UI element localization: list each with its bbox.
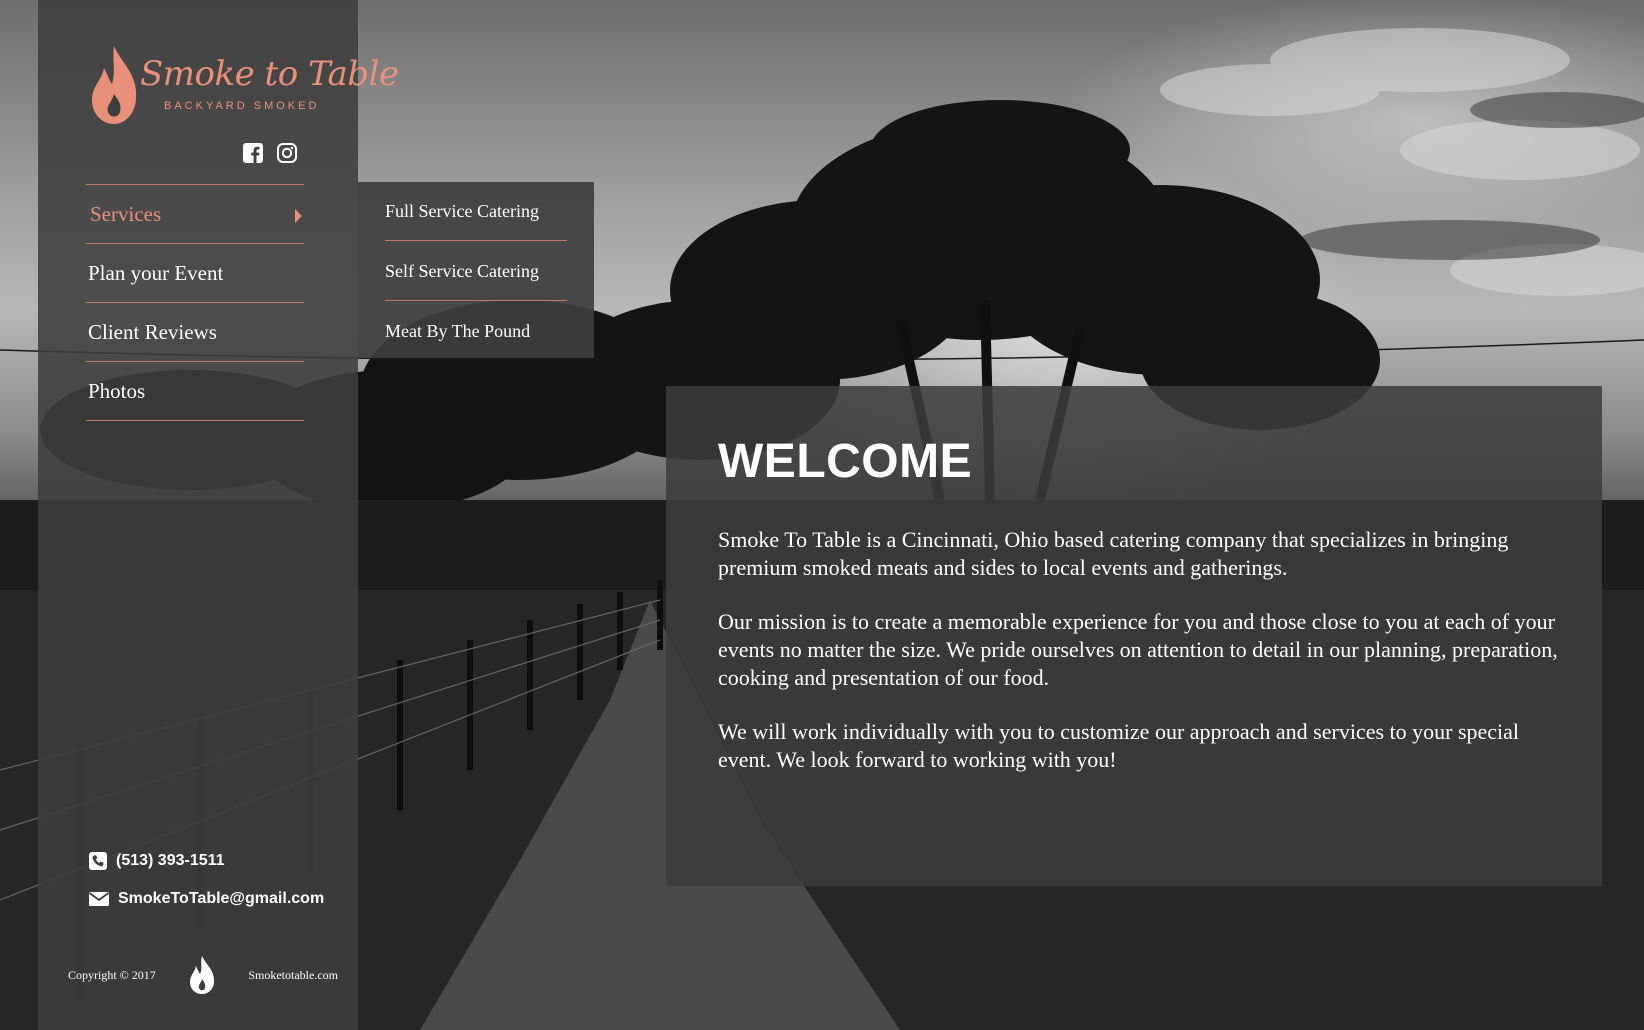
sidebar: Smoke to Table BACKYARD SMOKED Services … [38, 0, 399, 1030]
nav-item-label: Services [90, 201, 162, 226]
contact-info: (513) 393-1511 SmokeToTable@gmail.com [88, 842, 324, 918]
copyright-text: Copyright © 2017 [68, 967, 156, 982]
flame-icon [190, 956, 215, 994]
brand-logo[interactable]: Smoke to Table BACKYARD SMOKED [88, 44, 399, 126]
welcome-paragraph: We will work individually with you to cu… [718, 719, 1520, 772]
nav-item-photos[interactable]: Photos [86, 361, 304, 421]
brand-name: Smoke to Table [140, 54, 399, 94]
services-submenu: Full Service Catering Self Service Cater… [358, 182, 594, 358]
main-nav: Services Plan your Event Client Reviews … [86, 184, 304, 421]
email-address: SmokeToTable@gmail.com [118, 890, 325, 907]
caret-right-icon [295, 209, 302, 223]
welcome-panel: WELCOME Smoke To Table is a Cincinnati, … [666, 386, 1602, 886]
welcome-paragraph: Smoke To Table is a Cincinnati, Ohio bas… [718, 527, 1509, 580]
nav-item-services[interactable]: Services [86, 184, 304, 243]
nav-item-plan-your-event[interactable]: Plan your Event [86, 243, 304, 302]
social-links [242, 142, 298, 164]
submenu-item-self-service-catering[interactable]: Self Service Catering [385, 242, 567, 301]
nav-item-client-reviews[interactable]: Client Reviews [86, 302, 304, 361]
nav-item-label: Plan your Event [88, 260, 224, 285]
submenu-item-label: Meat By The Pound [385, 320, 531, 341]
envelope-icon [88, 892, 110, 906]
flame-logo-icon [92, 46, 137, 124]
instagram-icon[interactable] [276, 142, 298, 164]
welcome-heading: WELCOME [718, 435, 973, 488]
email-link[interactable]: SmokeToTable@gmail.com [88, 880, 324, 918]
phone-number: (513) 393-1511 [116, 852, 225, 869]
sidebar-footer: Copyright © 2017 Smoketotable.com [68, 950, 338, 1000]
nav-item-label: Photos [88, 378, 146, 403]
welcome-paragraph: Our mission is to create a memorable exp… [718, 609, 1558, 690]
nav-item-label: Client Reviews [88, 319, 217, 344]
facebook-icon[interactable] [242, 142, 264, 164]
submenu-item-meat-by-the-pound[interactable]: Meat By The Pound [385, 302, 567, 360]
site-link[interactable]: Smoketotable.com [248, 968, 338, 983]
brand-tagline: BACKYARD SMOKED [164, 100, 320, 112]
phone-link[interactable]: (513) 393-1511 [88, 842, 324, 880]
submenu-item-label: Full Service Catering [385, 200, 539, 221]
submenu-item-label: Self Service Catering [385, 260, 539, 281]
phone-icon [89, 852, 107, 870]
submenu-item-full-service-catering[interactable]: Full Service Catering [385, 182, 567, 241]
